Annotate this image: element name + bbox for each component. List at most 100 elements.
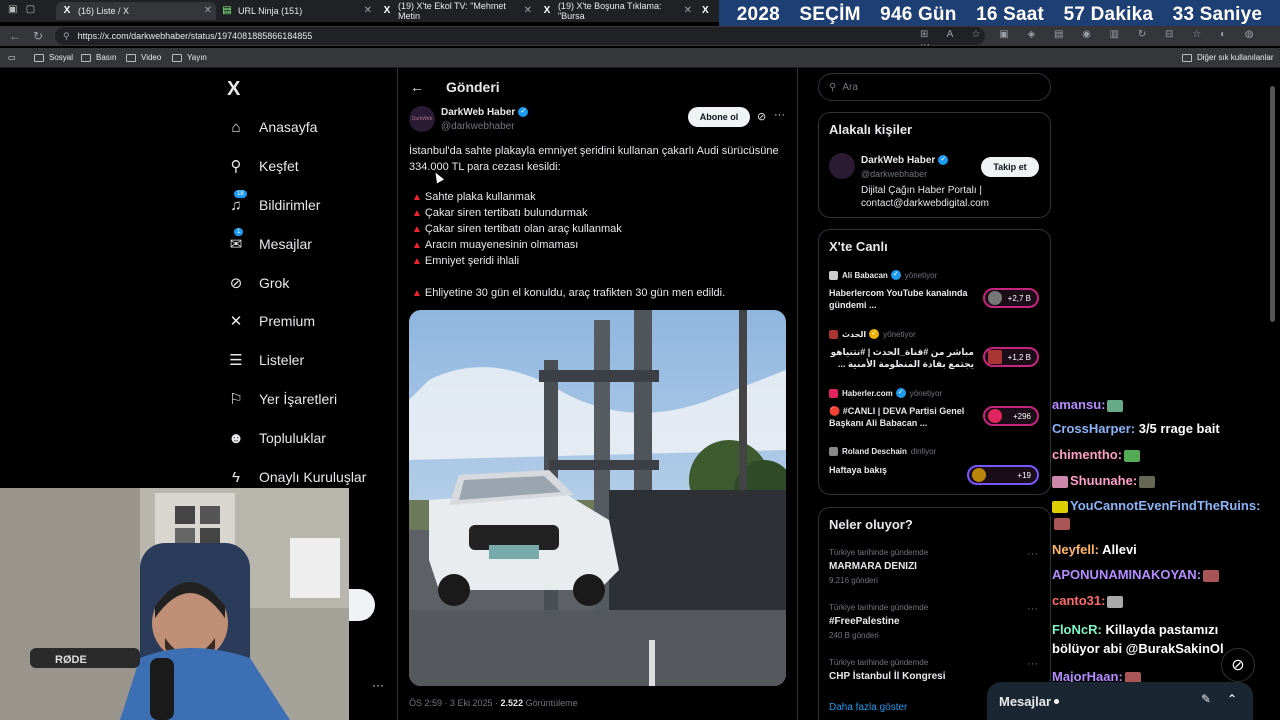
tab-url-ninja[interactable]: ▤ URL Ninja (151) ✕: [216, 2, 376, 20]
avatar[interactable]: [829, 153, 855, 179]
nav-home[interactable]: ⌂ Anasayfa: [226, 114, 317, 140]
close-tab-icon[interactable]: ✕: [364, 5, 372, 16]
chat-message: chimentho:: [1052, 447, 1141, 462]
related-handle[interactable]: @darkwebhaber: [861, 169, 927, 179]
live-host[interactable]: Ali Babacan ✓ yönetiyor: [829, 270, 937, 280]
address-bar[interactable]: ⚲ https://x.com/darkwebhaber/status/1974…: [55, 27, 985, 45]
more-icon[interactable]: ···: [774, 109, 785, 121]
post-video[interactable]: [409, 310, 786, 686]
close-tab-icon[interactable]: ✕: [204, 5, 212, 16]
nav-bookmarks[interactable]: ⚐ Yer İşaretleri: [226, 386, 337, 412]
communities-icon: ☻: [228, 429, 244, 447]
tab-partial[interactable]: X: [696, 2, 718, 20]
live-space-title[interactable]: Haberlercom YouTube kanalında gündemi ..…: [829, 287, 974, 311]
avatar[interactable]: DarkWeb: [409, 106, 435, 132]
nav-notifications[interactable]: ♫ 18 Bildirimler: [226, 189, 320, 218]
grok-icon[interactable]: ⊘: [757, 110, 766, 123]
x-logo-icon: X: [383, 5, 391, 16]
live-host[interactable]: Roland Deschain dinliyor: [829, 447, 936, 456]
live-host[interactable]: Haberler.com ✓ yönetiyor: [829, 388, 942, 398]
live-host[interactable]: الحدث ✓ yönetiyor: [829, 329, 916, 339]
avatar: [988, 409, 1002, 423]
red-triangle-icon: ▲: [412, 255, 422, 267]
post-bullet: ▲ Çakar siren tertibatı bulundurmak: [412, 207, 588, 219]
views-label: Görüntüleme: [523, 698, 578, 708]
live-listener-count[interactable]: +1,2 B: [983, 347, 1039, 367]
author-handle[interactable]: @darkwebhaber: [441, 121, 515, 132]
x-premium-icon: ✕: [229, 313, 243, 330]
verified-badge-icon: ✓: [518, 107, 529, 118]
bookmark-yayin[interactable]: Yayın: [172, 53, 207, 62]
live-space-title[interactable]: 🔴 #CANLI | DEVA Partisi Genel Başkanı Al…: [829, 405, 974, 429]
url-ninja-icon: ▤: [222, 5, 232, 16]
emote-icon: [1054, 517, 1070, 530]
grok-float-icon[interactable]: ⊘: [1221, 648, 1255, 682]
trend-name[interactable]: MARMARA DENIZI: [829, 561, 917, 572]
host-avatar-icon: [829, 270, 838, 280]
badge-icon: [1052, 475, 1068, 488]
trend-name[interactable]: CHP İstanbul İl Kongresi: [829, 671, 946, 682]
more-icon[interactable]: ···: [1027, 603, 1038, 615]
close-tab-icon[interactable]: ✕: [524, 5, 532, 16]
expand-icon[interactable]: ⌃: [1227, 692, 1237, 706]
bookmark-other[interactable]: Diğer sık kullanılanlar: [1182, 53, 1273, 62]
live-listener-count[interactable]: +296: [983, 406, 1039, 426]
list-icon: ☰: [229, 352, 243, 369]
nav-verified-orgs[interactable]: ϟ Onaylı Kuruluşlar: [226, 464, 366, 490]
lightning-icon: ϟ: [232, 468, 240, 486]
page-scrollbar[interactable]: [1270, 86, 1275, 322]
x-logo[interactable]: X: [227, 78, 240, 101]
compose-message-icon[interactable]: ✎: [1201, 692, 1211, 706]
more-icon[interactable]: ···: [1027, 548, 1038, 560]
live-listener-count[interactable]: +19: [967, 465, 1039, 485]
back-icon[interactable]: ←: [9, 29, 21, 43]
live-space-title[interactable]: Haftaya bakış: [829, 464, 974, 476]
bookmarks-menu-icon[interactable]: ▭: [8, 53, 16, 62]
tab-ekol-tv[interactable]: X (19) X'te Ekol TV: "Mehmet Metin ✕: [376, 1, 536, 21]
back-arrow-icon[interactable]: ←: [410, 79, 424, 95]
account-more-icon[interactable]: ···: [372, 678, 384, 692]
post-meta: ÖS 2:59 · 3 Eki 2025 · 2.522 Görüntüleme: [409, 698, 578, 708]
post-intro: İstanbul'da sahte plakayla emniyet şerid…: [409, 145, 779, 173]
window-controls[interactable]: ▣ ▢: [8, 4, 35, 15]
webcam-image: RØDE: [0, 488, 349, 720]
x-logo-icon: X: [543, 5, 551, 16]
subscribe-button[interactable]: Abone ol: [688, 107, 750, 127]
more-icon[interactable]: ···: [1027, 658, 1038, 670]
post-time[interactable]: ÖS 2:59 · 3 Eki 2025 ·: [409, 698, 501, 708]
chat-message: Neyfell: Allevi: [1052, 542, 1137, 557]
bookmark-video[interactable]: Video: [126, 53, 161, 62]
live-listener-count[interactable]: +2,7 B: [983, 288, 1039, 308]
emote-icon: [1107, 399, 1124, 412]
bookmark-basin[interactable]: Basın: [81, 53, 116, 62]
close-tab-icon[interactable]: ✕: [684, 5, 692, 16]
author-name[interactable]: DarkWeb Haber ✓: [441, 107, 529, 118]
chat-message: Shuunahe:: [1052, 473, 1156, 488]
nav-explore[interactable]: ⚲ Keşfet: [226, 153, 299, 179]
related-name[interactable]: DarkWeb Haber ✓: [861, 155, 949, 166]
nav-premium[interactable]: ✕ Premium: [226, 308, 315, 334]
post-button[interactable]: [349, 589, 375, 621]
tab-liste[interactable]: X (16) Liste / X ✕: [56, 2, 216, 20]
trends-title: Neler oluyor?: [829, 517, 913, 532]
nav-grok[interactable]: ⊘ Grok: [226, 270, 290, 296]
mail-icon: ✉ 1: [229, 228, 244, 253]
trend-category: Türkiye tarihinde gündemde: [829, 658, 929, 667]
trend-name[interactable]: #FreePalestine: [829, 616, 900, 627]
nav-lists[interactable]: ☰ Listeler: [226, 347, 304, 373]
reload-icon[interactable]: ↻: [33, 29, 43, 43]
search-input[interactable]: ⚲ Ara: [818, 73, 1051, 101]
live-space-title[interactable]: مباشر من #قناة_الحدث | #نتنياهو يجتمع بق…: [829, 346, 974, 370]
related-title: Alakalı kişiler: [829, 122, 913, 137]
svg-text:RØDE: RØDE: [55, 654, 87, 666]
tab-bosuna-tiklama[interactable]: X (19) X'te Boşuna Tıklama: "Bursa ✕: [536, 1, 696, 21]
x-logo-icon: X: [702, 5, 709, 16]
folder-icon: [126, 53, 136, 62]
site-info-icon[interactable]: ⚲: [63, 31, 70, 42]
bookmark-sosyal[interactable]: Sosyal: [34, 53, 73, 62]
messages-drawer[interactable]: Mesajlar ✎ ⌃: [987, 682, 1253, 720]
show-more-link[interactable]: Daha fazla göster: [829, 702, 907, 713]
nav-messages[interactable]: ✉ 1 Mesajlar: [226, 228, 312, 257]
follow-button[interactable]: Takip et: [981, 157, 1039, 177]
nav-communities[interactable]: ☻ Topluluklar: [226, 425, 326, 451]
